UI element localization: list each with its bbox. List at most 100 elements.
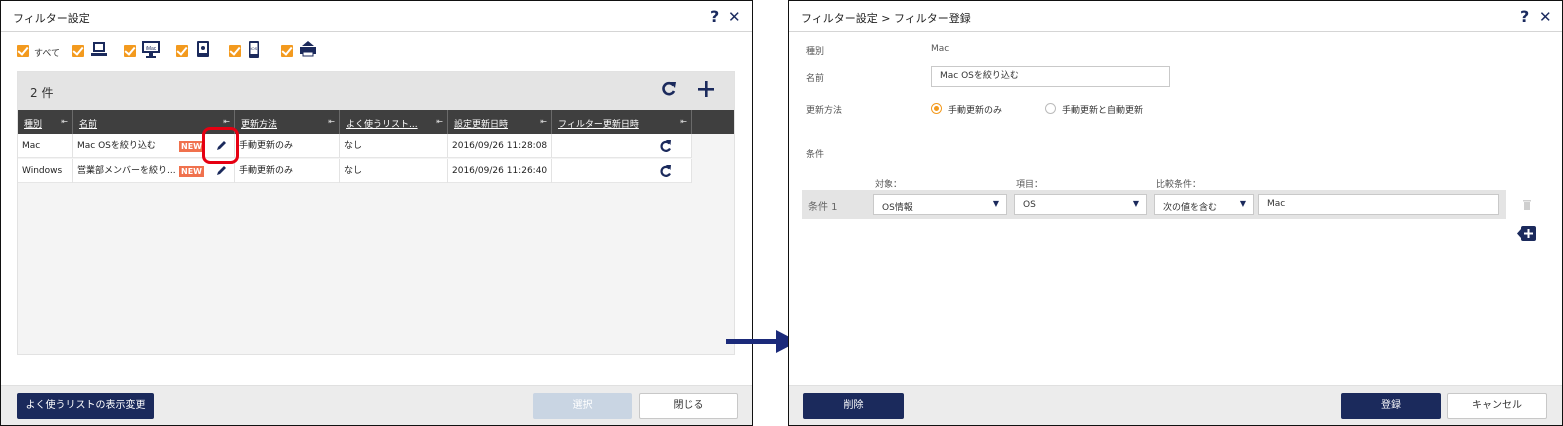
checkbox-iphone[interactable] bbox=[229, 45, 241, 57]
name-input[interactable]: Mac OSを絞り込む bbox=[931, 66, 1170, 87]
cell-favorites: なし bbox=[340, 159, 448, 183]
name-label: 名前 bbox=[806, 74, 825, 84]
column-header-label: 更新方法 bbox=[241, 120, 278, 130]
row-refresh-icon[interactable] bbox=[659, 139, 673, 154]
chevron-down-icon: ▼ bbox=[1239, 199, 1246, 208]
cell-type: Windows bbox=[18, 159, 73, 183]
pin-icon[interactable]: ⇤ bbox=[328, 117, 335, 126]
checkbox-all[interactable] bbox=[17, 45, 29, 57]
table-row[interactable]: Mac Mac OSを絞り込む NEW 手動更新のみ なし 2016/09/26… bbox=[18, 134, 692, 158]
cond-header-target: 対象： bbox=[875, 180, 903, 190]
dialog-footer: 削除 登録 キャンセル bbox=[789, 385, 1562, 425]
cond-header-item: 項目： bbox=[1016, 180, 1044, 190]
radio-manual-only[interactable] bbox=[931, 103, 942, 114]
dialog-footer: よく使うリストの表示変更 選択 閉じる bbox=[1, 385, 752, 425]
row-name: Mac OSを絞り込む bbox=[77, 141, 156, 151]
dialog-header: フィルター設定 ? ✕ bbox=[1, 1, 752, 32]
row-refresh-icon[interactable] bbox=[659, 164, 673, 179]
item-select[interactable]: OS ▼ bbox=[1014, 194, 1147, 215]
laptop-mac-icon bbox=[91, 42, 107, 56]
chevron-down-icon: ▼ bbox=[1132, 199, 1139, 208]
help-icon[interactable]: ? bbox=[1520, 7, 1529, 26]
select-button[interactable]: 選択 bbox=[533, 393, 632, 419]
column-header-label: よく使うリスト... bbox=[346, 120, 418, 130]
checkbox-all-label: すべて bbox=[34, 49, 61, 59]
type-value: Mac bbox=[931, 44, 950, 54]
pin-icon[interactable]: ⇤ bbox=[436, 117, 443, 126]
ipad-icon bbox=[197, 41, 209, 57]
cell-settings-updated: 2016/09/26 11:26:40 bbox=[448, 159, 552, 183]
condition-label: 条件 1 bbox=[808, 202, 838, 213]
target-select[interactable]: OS情報 ▼ bbox=[873, 194, 1007, 215]
trash-icon[interactable] bbox=[1522, 199, 1532, 211]
iphone-icon: iOS bbox=[249, 41, 259, 58]
refresh-icon[interactable] bbox=[661, 80, 677, 98]
cell-settings-updated: 2016/09/26 11:28:08 bbox=[448, 134, 552, 158]
dialog-title: フィルター設定 bbox=[13, 12, 90, 25]
radio-manual-and-auto[interactable] bbox=[1045, 103, 1056, 114]
delete-button[interactable]: 削除 bbox=[803, 393, 904, 419]
table-row[interactable]: Windows 営業部メンバーを絞り... NEW 手動更新のみ なし 2016… bbox=[18, 159, 692, 183]
column-header-settings-updated[interactable]: 設定更新日時 ⇤ bbox=[448, 110, 552, 134]
desktop-mac-icon-text: iMac bbox=[146, 46, 157, 52]
favorites-display-button[interactable]: よく使うリストの表示変更 bbox=[17, 393, 154, 419]
radio-manual-and-auto-label: 手動更新と自動更新 bbox=[1062, 106, 1144, 116]
help-icon[interactable]: ? bbox=[710, 7, 719, 26]
close-icon[interactable]: ✕ bbox=[1539, 8, 1552, 26]
printer-icon bbox=[300, 41, 316, 57]
pin-icon[interactable]: ⇤ bbox=[223, 117, 230, 126]
item-select-value: OS bbox=[1023, 200, 1036, 210]
dialog-title: フィルター設定 > フィルター登録 bbox=[801, 12, 971, 25]
new-badge: NEW bbox=[179, 141, 204, 152]
add-icon[interactable] bbox=[697, 80, 715, 98]
column-header-type[interactable]: 種別 ⇤ bbox=[18, 110, 73, 134]
close-button[interactable]: 閉じる bbox=[639, 393, 738, 419]
conditions-label: 条件 bbox=[806, 150, 825, 160]
dialog-header: フィルター設定 > フィルター登録 ? ✕ bbox=[789, 1, 1562, 32]
edit-pencil-icon[interactable] bbox=[215, 165, 227, 177]
column-header-label: フィルター更新日時 bbox=[558, 120, 639, 130]
cell-favorites: なし bbox=[340, 134, 448, 158]
update-method-label: 更新方法 bbox=[806, 106, 843, 116]
close-icon[interactable]: ✕ bbox=[728, 8, 741, 26]
condition-row: 条件 1 OS情報 ▼ OS ▼ 次の値を含む ▼ Mac bbox=[802, 190, 1506, 219]
list-toolbar: 2 件 bbox=[18, 72, 734, 110]
radio-manual-only-label: 手動更新のみ bbox=[948, 106, 1003, 116]
target-select-value: OS情報 bbox=[882, 203, 913, 213]
pin-icon[interactable]: ⇤ bbox=[61, 117, 68, 126]
cond-header-compare: 比較条件： bbox=[1156, 180, 1202, 190]
filter-list: 2 件 種別 ⇤ 名前 ⇤ 更新方法 ⇤ よく使うリスト... ⇤ 設定更新日時… bbox=[17, 71, 735, 355]
register-button[interactable]: 登録 bbox=[1341, 393, 1441, 419]
checkbox-mac-laptop[interactable] bbox=[72, 45, 84, 57]
result-count: 2 件 bbox=[30, 86, 54, 100]
checkbox-mobile[interactable] bbox=[281, 45, 293, 57]
chevron-down-icon: ▼ bbox=[992, 199, 999, 208]
checkbox-ipad[interactable] bbox=[176, 45, 188, 57]
new-badge: NEW bbox=[179, 166, 204, 177]
compare-select-value: 次の値を含む bbox=[1163, 203, 1218, 213]
column-header-favorites[interactable]: よく使うリスト... ⇤ bbox=[340, 110, 448, 134]
column-header-label: 設定更新日時 bbox=[454, 120, 509, 130]
table-header: 種別 ⇤ 名前 ⇤ 更新方法 ⇤ よく使うリスト... ⇤ 設定更新日時 ⇤ フ… bbox=[18, 110, 734, 134]
type-label: 種別 bbox=[806, 47, 825, 57]
desktop-mac-icon: iMac bbox=[142, 41, 160, 58]
column-header-label: 種別 bbox=[24, 120, 43, 130]
add-condition-icon[interactable] bbox=[1517, 225, 1536, 242]
row-name: 営業部メンバーを絞り... bbox=[77, 166, 176, 176]
iphone-icon-text: iOS bbox=[251, 46, 258, 51]
cell-type: Mac bbox=[18, 134, 73, 158]
column-header-filter-updated[interactable]: フィルター更新日時 ⇤ bbox=[552, 110, 692, 134]
column-header-update-method[interactable]: 更新方法 ⇤ bbox=[235, 110, 340, 134]
checkbox-mac-desktop[interactable] bbox=[124, 45, 136, 57]
cell-update-method: 手動更新のみ bbox=[235, 159, 340, 183]
column-header-label: 名前 bbox=[79, 120, 98, 130]
filter-register-dialog: フィルター設定 > フィルター登録 ? ✕ 種別 Mac 名前 Mac OSを絞… bbox=[788, 0, 1563, 426]
pin-icon[interactable]: ⇤ bbox=[680, 117, 687, 126]
edit-highlight-callout bbox=[202, 127, 239, 164]
pin-icon[interactable]: ⇤ bbox=[540, 117, 547, 126]
filter-settings-dialog: フィルター設定 ? ✕ すべて iMac iOS 2 件 種別 ⇤ 名前 ⇤ 更… bbox=[0, 0, 753, 426]
cell-update-method: 手動更新のみ bbox=[235, 134, 340, 158]
condition-value-input[interactable]: Mac bbox=[1258, 194, 1499, 215]
compare-select[interactable]: 次の値を含む ▼ bbox=[1154, 194, 1254, 215]
cancel-button[interactable]: キャンセル bbox=[1447, 393, 1547, 419]
